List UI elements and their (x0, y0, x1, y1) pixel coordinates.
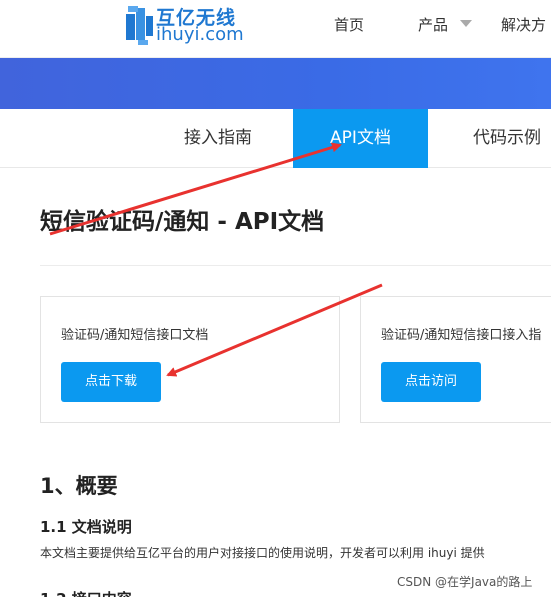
page-title: 短信验证码/通知 - API文档 (40, 209, 325, 235)
subsection-heading-interface: 1.2 接口内容 (40, 588, 132, 597)
card-description: 验证码/通知短信接口接入指 (381, 328, 542, 343)
tab-access-guide[interactable]: 接入指南 (168, 109, 268, 168)
divider (40, 265, 551, 266)
nav-solutions-link[interactable]: 解决方 (501, 14, 546, 35)
nav-products-link[interactable]: 产品 (418, 14, 448, 35)
logo-domain-text: ihuyi.com (156, 24, 244, 45)
card-description: 验证码/通知短信接口文档 (61, 328, 209, 343)
visit-button[interactable]: 点击访问 (381, 362, 481, 402)
download-button[interactable]: 点击下载 (61, 362, 161, 402)
logo[interactable]: 互亿无线 ihuyi.com (124, 2, 264, 48)
tab-bar: 接入指南 API文档 代码示例 (0, 109, 551, 168)
section-heading-overview: 1、概要 (40, 474, 118, 498)
hero-banner (0, 58, 551, 109)
logo-cube-icon (126, 6, 153, 45)
download-doc-card: 验证码/通知短信接口文档 点击下载 (40, 296, 340, 423)
access-guide-card: 验证码/通知短信接口接入指 点击访问 (360, 296, 551, 423)
chevron-down-icon[interactable] (460, 20, 472, 27)
top-navigation: 互亿无线 ihuyi.com 首页 产品 解决方 (0, 0, 551, 58)
nav-home-link[interactable]: 首页 (334, 14, 364, 35)
csdn-watermark: CSDN @在学Java的路上 (397, 575, 533, 589)
doc-description-text: 本文档主要提供给互亿平台的用户对接接口的使用说明，开发者可以利用 ihuyi 提… (40, 546, 485, 560)
tab-code-examples[interactable]: 代码示例 (452, 109, 551, 168)
tab-api-docs[interactable]: API文档 (293, 109, 428, 168)
subsection-heading-doc: 1.1 文档说明 (40, 518, 132, 536)
